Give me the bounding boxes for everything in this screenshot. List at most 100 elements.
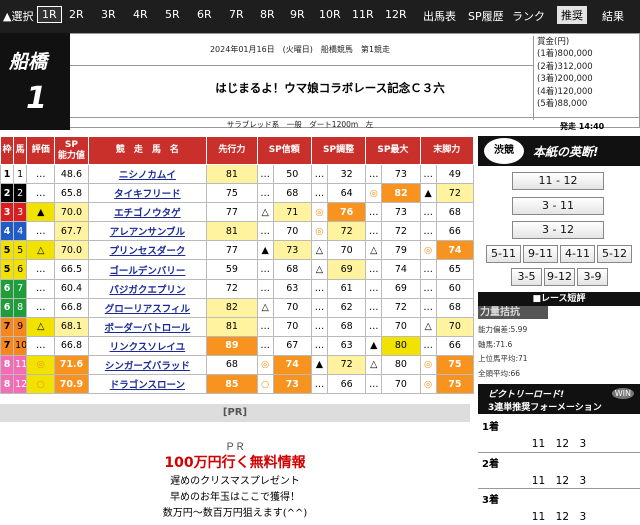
pick-button[interactable]: 9-11 xyxy=(523,245,558,263)
sp-max-value: 80 xyxy=(381,335,421,356)
pick-button[interactable]: 3 - 11 xyxy=(512,197,604,215)
horse-name[interactable]: グローリアスフィル xyxy=(87,297,208,318)
results-link[interactable]: 結果 xyxy=(602,8,624,24)
waku-cell: 8 xyxy=(0,354,15,376)
waku-cell: 2 xyxy=(0,183,15,204)
pr-line: 早めのお年玉はここで獲得！ xyxy=(170,492,300,503)
race-tab-6r[interactable]: 6R xyxy=(197,8,212,21)
race-tab-9r[interactable]: 9R xyxy=(290,8,305,21)
horse-name[interactable]: エチゴノウタゲ xyxy=(87,202,208,223)
sp-max-value: 72 xyxy=(381,297,421,318)
victory-title: ビクトリーロード! xyxy=(488,390,565,400)
horse-name[interactable]: シンガーズバラッド xyxy=(87,354,208,376)
evaluation-mark: … xyxy=(26,297,56,318)
sp-max-value: 82 xyxy=(381,183,421,204)
matsu-value: 74 xyxy=(435,240,475,261)
horse-name[interactable]: ニシノカムイ xyxy=(87,163,208,185)
table-row: 5 6… 66.5 ゴールデンバリー 59… 68 △ 69… 74… 65 xyxy=(0,259,475,280)
honshi-title: 本紙の英断! xyxy=(533,145,599,159)
formation-label: 2着 xyxy=(482,459,499,470)
evaluation-mark: ◎ xyxy=(26,354,56,376)
mark: … xyxy=(419,221,437,242)
horse-name[interactable]: ボーダーバトロール xyxy=(87,316,208,337)
mark: … xyxy=(256,316,274,337)
pick-button[interactable]: 5-11 xyxy=(486,245,521,263)
matsu-value: 72 xyxy=(435,183,475,204)
pick-button[interactable]: 3 - 12 xyxy=(512,221,604,239)
evaluation-mark: … xyxy=(26,221,56,242)
pick-button[interactable]: 3-9 xyxy=(577,268,608,286)
sp-history-link[interactable]: SP履歴 xyxy=(468,8,504,24)
race-tab-2r[interactable]: 2R xyxy=(69,8,84,21)
prize-head: 賞金(円) xyxy=(537,37,570,47)
mark: … xyxy=(365,259,383,280)
mark: ◎ xyxy=(310,221,329,242)
table-row: 3 3 ▲ 70.0 エチゴノウタゲ 77 △ 71 ◎ 76… 73… 68 xyxy=(0,202,475,223)
horse-name[interactable]: パジガクエプリン xyxy=(87,278,208,299)
pr-bar: [PR] xyxy=(0,404,470,422)
table-row: 7 10… 66.8 リンクスソレイユ 89… 67… 63 ▲ 80… 66 xyxy=(0,335,475,356)
evaluation-mark: … xyxy=(26,259,56,280)
summary-tag: 力量拮抗 xyxy=(478,306,548,319)
mark: ◎ xyxy=(310,202,329,223)
race-tab-11r[interactable]: 11R xyxy=(352,8,374,21)
horse-name[interactable]: アレアンサンブル xyxy=(87,221,208,242)
sp-value: 66.8 xyxy=(54,335,89,356)
horse-name[interactable]: ドラゴンスローン xyxy=(87,374,208,395)
race-tab-1r[interactable]: 1R xyxy=(37,6,62,23)
pick-button[interactable]: 3-5 xyxy=(511,268,542,286)
sp-value: 70.0 xyxy=(54,202,89,223)
race-tab-10r[interactable]: 10R xyxy=(319,8,341,21)
mark: … xyxy=(256,183,274,204)
horse-name[interactable]: ゴールデンバリー xyxy=(87,259,208,280)
waku-cell: 3 xyxy=(0,202,15,223)
sp-chosei-value: 70 xyxy=(326,240,367,261)
sp-shinrai-value: 67 xyxy=(272,335,312,356)
pick-button[interactable]: 9-12 xyxy=(544,268,575,286)
mark: … xyxy=(419,259,437,280)
horse-name[interactable]: リンクスソレイユ xyxy=(87,335,208,356)
waku-cell: 5 xyxy=(0,259,15,280)
pr-headline[interactable]: 100万円行く無料情報 xyxy=(0,452,470,472)
mark: ◎ xyxy=(419,354,437,376)
senko-value: 85 xyxy=(206,374,258,395)
sp-value: 48.6 xyxy=(54,163,89,185)
race-tab-7r[interactable]: 7R xyxy=(229,8,244,21)
race-number: 1 xyxy=(26,81,47,116)
table-row: 6 8… 66.8 グローリアスフィル 82 △ 70… 62… 72… 68 xyxy=(0,297,475,318)
select-menu[interactable]: ▲選択 xyxy=(3,8,33,24)
table-row: 4 4… 67.7 アレアンサンブル 81… 70 ◎ 72… 72… 66 xyxy=(0,221,475,242)
race-tab-3r[interactable]: 3R xyxy=(101,8,116,21)
race-tab-12r[interactable]: 12R xyxy=(385,8,407,21)
sp-chosei-value: 64 xyxy=(326,183,367,204)
horse-number: 5 xyxy=(13,240,28,261)
horse-name[interactable]: プリンセスダーク xyxy=(87,240,208,261)
sp-value: 66.8 xyxy=(54,297,89,318)
rank-link[interactable]: ランク xyxy=(512,8,545,24)
evaluation-mark: … xyxy=(26,183,56,204)
pick-button[interactable]: 5-12 xyxy=(597,245,632,263)
evaluation-mark: … xyxy=(26,163,56,185)
matsu-value: 65 xyxy=(435,259,475,280)
matsu-value: 68 xyxy=(435,202,475,223)
divider xyxy=(478,452,640,453)
col-sp: SP 能力値 xyxy=(54,136,89,165)
mark: ▲ xyxy=(365,335,383,356)
entries-link[interactable]: 出馬表 xyxy=(423,8,456,24)
sp-chosei-value: 68 xyxy=(326,316,367,337)
recommend-link[interactable]: 推奨 xyxy=(557,6,587,24)
race-tab-8r[interactable]: 8R xyxy=(260,8,275,21)
race-tab-4r[interactable]: 4R xyxy=(133,8,148,21)
race-tab-5r[interactable]: 5R xyxy=(165,8,180,21)
mark: … xyxy=(365,374,383,395)
horse-name[interactable]: タイキフリード xyxy=(87,183,208,204)
venue-name: 船橋 xyxy=(9,51,48,73)
sp-shinrai-value: 73 xyxy=(272,374,312,395)
pr-line: 数万円～数百万円狙えます(^^) xyxy=(162,508,308,519)
pick-button[interactable]: 11 - 12 xyxy=(512,172,604,190)
evaluation-mark: ○ xyxy=(26,374,56,395)
formation-values: 11 12 3 xyxy=(531,438,587,450)
evaluation-mark: … xyxy=(26,278,56,299)
pick-button[interactable]: 4-11 xyxy=(560,245,595,263)
mark: … xyxy=(419,202,437,223)
